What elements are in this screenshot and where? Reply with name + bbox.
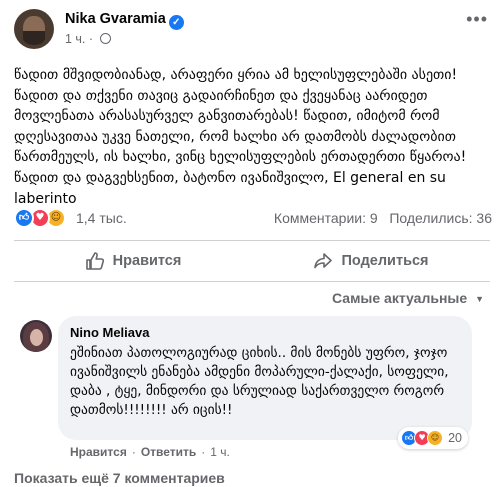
- post-meta: 1 ч. ·: [65, 32, 111, 46]
- comment-bubble: Nino Meliava ეშინიათ პათოლოგიურად ციხის.…: [58, 316, 472, 449]
- divider: [14, 240, 490, 241]
- post-text: წადით მშვიდობიანად, არაფერი ყრია ამ ხელი…: [14, 67, 467, 207]
- comment-reply-button[interactable]: Ответить: [141, 445, 196, 459]
- globe-icon: [99, 33, 111, 44]
- comment-time[interactable]: 1 ч.: [210, 445, 230, 459]
- like-button[interactable]: Нравится: [14, 244, 252, 278]
- more-options-icon[interactable]: •••: [466, 9, 488, 30]
- comment-reactions[interactable]: 👍︎ ♥ ☺ 20: [398, 427, 468, 449]
- post-author-name[interactable]: Nika Gvaramia: [65, 11, 166, 27]
- share-button-label: Поделиться: [341, 253, 429, 269]
- reactions-count[interactable]: 1,4 тыс.: [76, 210, 127, 226]
- post-header: Nika Gvaramia ✓ 1 ч. · •••: [14, 9, 494, 55]
- like-reaction-icon: 👍︎: [14, 208, 34, 228]
- commenter-avatar[interactable]: [20, 320, 52, 352]
- shares-count[interactable]: Поделились: 36: [389, 210, 492, 226]
- comment: Nino Meliava ეშინიათ პათოლოგიურად ციხის.…: [14, 316, 494, 466]
- comment-reactions-count: 20: [448, 431, 462, 445]
- reactions-bar: 👍︎ ♥ ☺ 1,4 тыс. Комментарии: 9 Поделилис…: [14, 207, 492, 231]
- caret-down-icon: ▼: [475, 294, 485, 304]
- divider: [14, 281, 490, 282]
- like-button-label: Нравится: [112, 253, 182, 269]
- post-time[interactable]: 1 ч.: [65, 32, 85, 46]
- sort-label: Самые актуальные: [332, 290, 468, 306]
- engagement-counts: Комментарии: 9 Поделились: 36: [274, 210, 492, 226]
- show-more-comments-link[interactable]: Показать ещё 7 комментариев: [14, 470, 225, 486]
- author-avatar[interactable]: [14, 9, 54, 49]
- haha-reaction-icon: ☺: [427, 430, 444, 446]
- comment-actions: Нравится · Ответить · 1 ч.: [70, 445, 230, 459]
- share-icon: [314, 253, 333, 269]
- comment-like-button[interactable]: Нравится: [70, 445, 127, 459]
- comments-count[interactable]: Комментарии: 9: [274, 210, 378, 226]
- share-button[interactable]: Поделиться: [252, 244, 490, 278]
- action-row: Нравится Поделиться: [14, 244, 490, 278]
- comment-text: ეშინიათ პათოლოგიურად ციხის.. მის მონებს …: [70, 345, 449, 418]
- verified-badge-icon: ✓: [168, 15, 184, 30]
- comment-sort-dropdown[interactable]: Самые актуальные ▼: [332, 290, 484, 306]
- comment-author[interactable]: Nino Meliava: [70, 324, 460, 341]
- thumbs-up-icon: [85, 252, 104, 270]
- post-author[interactable]: Nika Gvaramia ✓: [65, 11, 184, 30]
